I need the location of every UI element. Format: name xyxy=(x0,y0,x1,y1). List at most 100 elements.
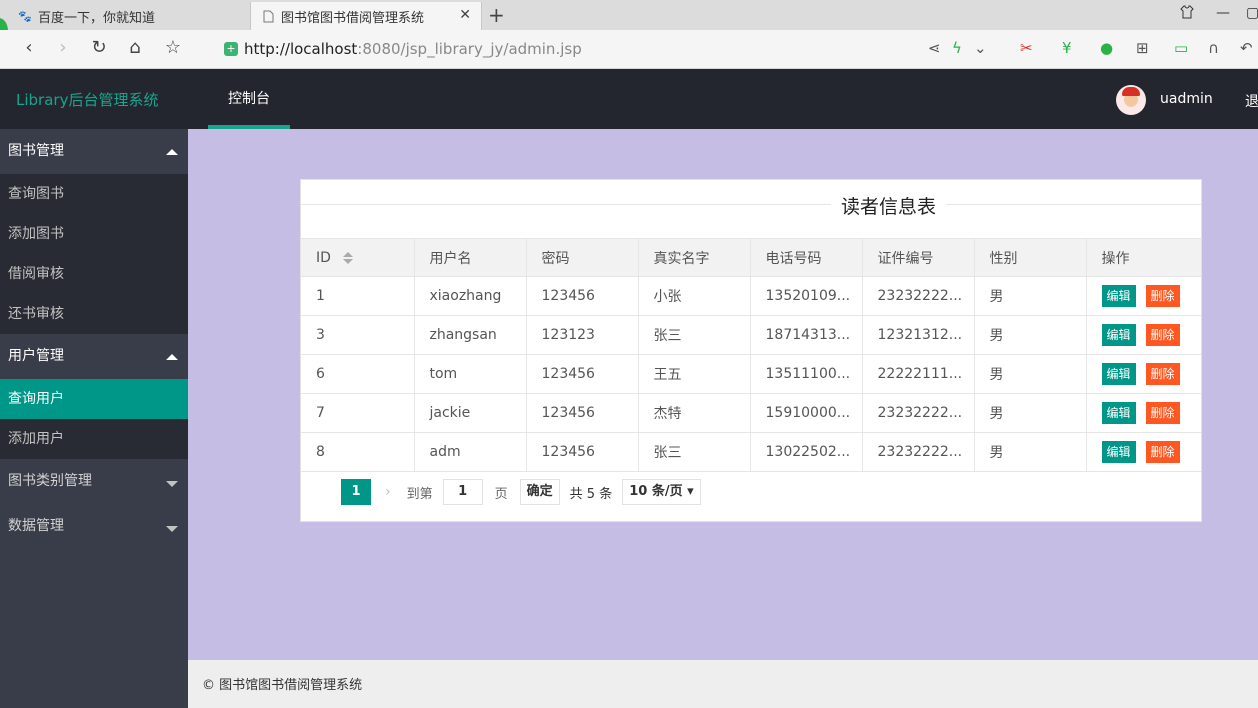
sidebar-group-label: 图书管理 xyxy=(8,143,64,159)
goto-confirm-button[interactable]: 确定 xyxy=(519,479,560,505)
delete-button[interactable]: 删除 xyxy=(1145,285,1180,307)
page-unit-label: 页 xyxy=(494,486,508,502)
new-tab-icon[interactable]: + xyxy=(488,3,505,27)
page-size-value: 10 条/页 xyxy=(629,484,683,499)
back-icon[interactable]: ‹ xyxy=(16,37,42,58)
url-path: :8080/jsp_library_jy/admin.jsp xyxy=(357,40,582,58)
edit-button[interactable]: 编辑 xyxy=(1101,402,1136,424)
maximize-icon[interactable]: ▢ xyxy=(1246,5,1258,21)
column-header-realname: 真实名字 xyxy=(638,238,751,277)
cell-realname: 小张 xyxy=(638,276,751,316)
cell-idcard: 12321312... xyxy=(862,315,975,355)
edit-button[interactable]: 编辑 xyxy=(1101,441,1136,463)
forward-icon[interactable]: › xyxy=(50,37,76,58)
goto-page-input[interactable]: 1 xyxy=(442,479,483,505)
table-row: 8 adm 123456 张三 13022502... 23232222... … xyxy=(301,432,1201,472)
delete-button[interactable]: 删除 xyxy=(1145,363,1180,385)
username[interactable]: uadmin xyxy=(1160,91,1213,107)
cell-phone: 13511100... xyxy=(750,354,863,394)
sidebar-group-user-management[interactable]: 用户管理 xyxy=(0,334,188,379)
pagination: 1 › 到第 1 页 确定 共 5 条 10 条/页 ▾ xyxy=(341,478,701,506)
cell-username: adm xyxy=(414,432,527,472)
edit-button[interactable]: 编辑 xyxy=(1101,324,1136,346)
share-icon[interactable]: ⋖ xyxy=(928,39,941,57)
column-header-idcard: 证件编号 xyxy=(862,238,975,277)
next-page-icon[interactable]: › xyxy=(385,484,391,500)
caret-down-icon xyxy=(166,526,178,532)
home-icon[interactable]: ⌂ xyxy=(122,37,148,58)
cell-realname: 王五 xyxy=(638,354,751,394)
browser-tab-library[interactable]: 图书馆图书借阅管理系统 ✕ xyxy=(250,2,482,30)
caret-up-icon xyxy=(166,149,178,155)
sidebar-group-label: 用户管理 xyxy=(8,348,64,364)
browser-tab-baidu[interactable]: 🐾 百度一下，你就知道 xyxy=(18,2,248,30)
nav-console[interactable]: 控制台 xyxy=(208,69,290,129)
table-row: 7 jackie 123456 杰特 15910000... 23232222.… xyxy=(301,393,1201,433)
sidebar-item-query-books[interactable]: 查询图书 xyxy=(0,174,188,214)
total-count: 共 5 条 xyxy=(569,486,613,502)
table-row: 6 tom 123456 王五 13511100... 22222111... … xyxy=(301,354,1201,394)
url-field[interactable]: http://localhost:8080/jsp_library_jy/adm… xyxy=(244,40,582,58)
sidebar-item-add-user[interactable]: 添加用户 xyxy=(0,419,188,459)
sidebar-group-label: 数据管理 xyxy=(8,518,64,534)
title-divider xyxy=(301,204,1201,205)
cell-actions: 编辑 删除 xyxy=(1086,276,1201,316)
sidebar-item-query-users[interactable]: 查询用户 xyxy=(0,379,188,419)
sidebar-item-add-book[interactable]: 添加图书 xyxy=(0,214,188,254)
avatar[interactable] xyxy=(1116,85,1146,115)
main-content: 读者信息表 ID 用户名 密码 真实名字 电话号码 证件编号 性别 操作 1 x… xyxy=(188,129,1258,660)
yen-icon[interactable]: ¥ xyxy=(1062,39,1072,57)
edit-button[interactable]: 编辑 xyxy=(1101,285,1136,307)
battery-icon[interactable]: ▭ xyxy=(1174,39,1188,57)
apps-grid-icon[interactable]: ⊞ xyxy=(1136,39,1149,57)
sidebar-item-borrow-review[interactable]: 借阅审核 xyxy=(0,254,188,294)
logout-link[interactable]: 退 xyxy=(1245,91,1258,111)
cell-phone: 13022502... xyxy=(750,432,863,472)
cell-idcard: 22222111... xyxy=(862,354,975,394)
sidebar-group-category-management[interactable]: 图书类别管理 xyxy=(0,459,188,504)
reader-table: ID 用户名 密码 真实名字 电话号码 证件编号 性别 操作 1 xiaozha… xyxy=(301,238,1201,472)
submenu-books: 查询图书 添加图书 借阅审核 还书审核 xyxy=(0,174,188,334)
cell-phone: 15910000... xyxy=(750,393,863,433)
delete-button[interactable]: 删除 xyxy=(1145,402,1180,424)
cell-realname: 杰特 xyxy=(638,393,751,433)
column-header-id[interactable]: ID xyxy=(301,238,415,277)
sidebar-group-book-management[interactable]: 图书管理 xyxy=(0,129,188,174)
extension-green-icon[interactable]: ● xyxy=(1100,39,1113,57)
cell-idcard: 23232222... xyxy=(862,276,975,316)
scissors-icon[interactable]: ✂ xyxy=(1020,39,1033,57)
page-size-select[interactable]: 10 条/页 ▾ xyxy=(622,479,701,505)
column-header-username: 用户名 xyxy=(414,238,527,277)
reload-icon[interactable]: ↻ xyxy=(86,37,112,58)
sort-icon[interactable] xyxy=(342,251,353,265)
reader-table-panel: 读者信息表 ID 用户名 密码 真实名字 电话号码 证件编号 性别 操作 1 x… xyxy=(300,179,1202,522)
column-header-phone: 电话号码 xyxy=(750,238,863,277)
edit-button[interactable]: 编辑 xyxy=(1101,363,1136,385)
cell-actions: 编辑 删除 xyxy=(1086,432,1201,472)
cell-realname: 张三 xyxy=(638,315,751,355)
lightning-icon[interactable]: ϟ xyxy=(952,39,962,57)
close-tab-icon[interactable]: ✕ xyxy=(459,7,471,23)
cell-password: 123123 xyxy=(526,315,639,355)
cell-idcard: 23232222... xyxy=(862,393,975,433)
cell-password: 123456 xyxy=(526,393,639,433)
undo-icon[interactable]: ↶ xyxy=(1240,39,1253,57)
star-icon[interactable]: ☆ xyxy=(160,37,186,58)
footer: © 图书馆图书借阅管理系统 xyxy=(188,660,1258,708)
sidebar-item-return-review[interactable]: 还书审核 xyxy=(0,294,188,334)
cell-id: 6 xyxy=(301,354,415,394)
headphones-icon[interactable]: ∩ xyxy=(1208,39,1219,57)
browser-tab-title: 百度一下，你就知道 xyxy=(38,10,156,26)
shirt-icon[interactable] xyxy=(1180,5,1194,23)
cell-realname: 张三 xyxy=(638,432,751,472)
delete-button[interactable]: 删除 xyxy=(1145,441,1180,463)
page-current[interactable]: 1 xyxy=(341,479,371,505)
secure-shield-icon: + xyxy=(224,42,238,56)
table-row: 3 zhangsan 123123 张三 18714313... 1232131… xyxy=(301,315,1201,355)
minimize-icon[interactable]: — xyxy=(1216,5,1230,21)
chevron-down-icon[interactable]: ⌄ xyxy=(974,39,987,57)
browser-tab-title: 图书馆图书借阅管理系统 xyxy=(281,10,425,26)
delete-button[interactable]: 删除 xyxy=(1145,324,1180,346)
sidebar-group-data-management[interactable]: 数据管理 xyxy=(0,504,188,549)
cell-actions: 编辑 删除 xyxy=(1086,393,1201,433)
